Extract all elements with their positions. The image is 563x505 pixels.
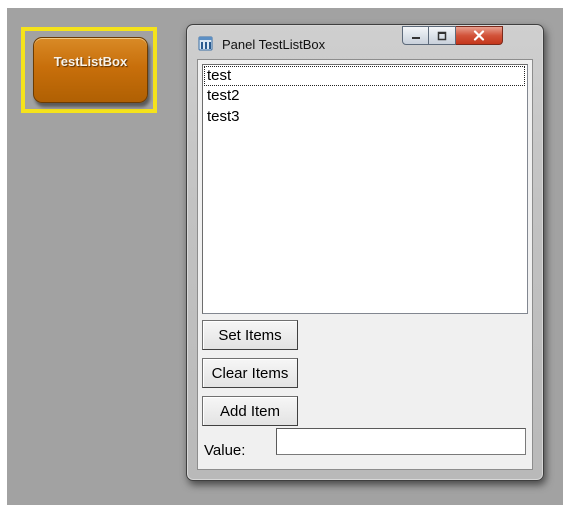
testlistbox-launcher-button[interactable]: TestListBox (33, 37, 148, 103)
close-button[interactable] (456, 26, 503, 45)
caption-buttons (402, 26, 503, 46)
clear-items-button[interactable]: Clear Items (202, 358, 298, 388)
value-input[interactable] (276, 428, 526, 455)
maximize-icon (437, 31, 447, 40)
list-item[interactable]: test (204, 66, 525, 86)
items-listbox[interactable]: test test2 test3 (202, 64, 528, 314)
close-icon (473, 30, 485, 41)
value-label: Value: (204, 442, 246, 459)
launcher-button-label: TestListBox (53, 53, 128, 69)
minimize-button[interactable] (402, 26, 429, 45)
panel-window: Panel TestListBox test test2 test3 Set I… (186, 24, 544, 481)
list-item[interactable]: test3 (203, 107, 527, 128)
minimize-icon (411, 36, 420, 39)
set-items-button[interactable]: Set Items (202, 320, 298, 350)
add-item-button[interactable]: Add Item (202, 396, 298, 426)
window-title: Panel TestListBox (222, 37, 326, 52)
list-item[interactable]: test2 (203, 86, 527, 107)
maximize-button[interactable] (429, 26, 456, 45)
window-client-area: test test2 test3 Set Items Clear Items A… (197, 59, 533, 470)
app-window-icon (198, 36, 213, 51)
